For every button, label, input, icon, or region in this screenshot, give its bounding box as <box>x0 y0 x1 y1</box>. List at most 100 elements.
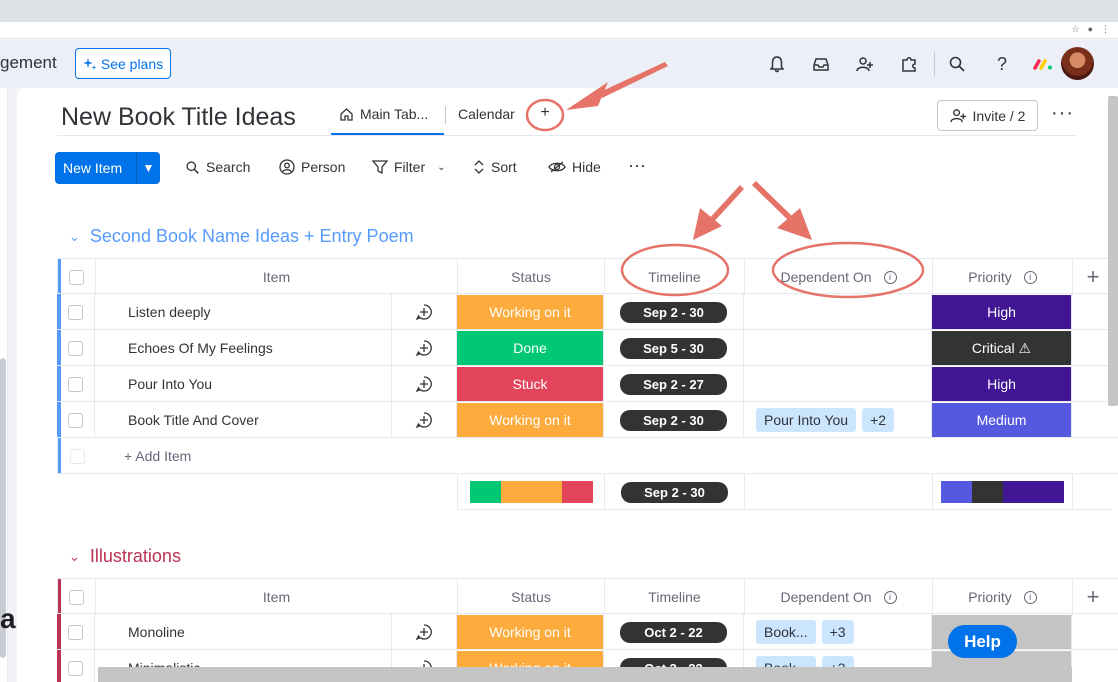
help-icon[interactable]: ? <box>991 53 1013 75</box>
column-header-status[interactable]: Status <box>458 259 605 295</box>
timeline-pill[interactable]: Sep 2 - 30 <box>620 409 727 431</box>
help-button[interactable]: Help <box>948 625 1017 658</box>
group-header[interactable]: ⌄ Illustrations <box>69 546 181 567</box>
bell-icon[interactable] <box>766 53 788 75</box>
add-update-icon[interactable] <box>414 410 434 430</box>
table-row[interactable]: Listen deeply Working on it Sep 2 - 30 H… <box>57 294 1118 330</box>
group-title[interactable]: Second Book Name Ideas + Entry Poem <box>90 226 414 247</box>
dependent-cell[interactable] <box>744 366 932 402</box>
board-title[interactable]: New Book Title Ideas <box>61 103 296 132</box>
dependency-more-chip[interactable]: +2 <box>862 408 895 432</box>
bookmark-star-icon[interactable]: ☆ <box>1071 24 1079 35</box>
status-cell[interactable]: Working on it <box>457 403 603 437</box>
dependency-more-chip[interactable]: +3 <box>821 620 854 644</box>
monday-logo-icon[interactable] <box>1032 53 1054 75</box>
status-cell[interactable]: Working on it <box>457 295 603 329</box>
info-icon[interactable]: i <box>883 270 897 284</box>
priority-cell[interactable]: Critical ⚠ <box>932 331 1071 365</box>
toolbar-more-menu[interactable]: ··· <box>628 155 646 176</box>
add-update-icon[interactable] <box>414 338 434 358</box>
dependency-chip[interactable]: Pour Into You <box>756 408 857 432</box>
column-header-timeline[interactable]: Timeline <box>605 579 745 615</box>
status-cell[interactable]: Stuck <box>457 367 603 401</box>
table-row[interactable]: Echoes Of My Feelings Done Sep 5 - 30 Cr… <box>57 330 1118 366</box>
row-checkbox[interactable] <box>68 412 83 428</box>
invite-button[interactable]: Invite / 2 <box>937 100 1038 131</box>
column-header-timeline[interactable]: Timeline <box>605 259 745 295</box>
timeline-pill[interactable]: Sep 2 - 30 <box>620 301 727 323</box>
sort-tool[interactable]: Sort <box>473 159 517 175</box>
row-checkbox[interactable] <box>68 376 83 392</box>
priority-cell[interactable]: Medium <box>932 403 1071 437</box>
vertical-scrollbar[interactable] <box>1108 96 1118 406</box>
add-column-button[interactable]: + <box>1073 259 1113 295</box>
chevron-down-icon[interactable]: ▼ <box>137 161 160 175</box>
horizontal-scrollbar[interactable] <box>98 667 1072 682</box>
profile-icon[interactable]: ● <box>1088 24 1093 35</box>
row-checkbox[interactable] <box>68 660 83 676</box>
see-plans-button[interactable]: See plans <box>75 48 171 79</box>
add-update-icon[interactable] <box>414 622 434 642</box>
info-icon[interactable]: i <box>1023 590 1037 604</box>
new-item-button[interactable]: New Item ▼ <box>55 152 160 184</box>
item-name[interactable]: Echoes Of My Feelings <box>95 330 392 366</box>
item-name[interactable]: Monoline <box>95 614 392 650</box>
tab-main-table[interactable]: Main Tab... <box>339 106 428 122</box>
info-icon[interactable]: i <box>1023 270 1037 284</box>
item-name[interactable]: Listen deeply <box>95 294 392 330</box>
add-item-row[interactable]: + Add Item <box>57 438 1118 474</box>
add-item-input[interactable]: + Add Item <box>88 438 488 474</box>
timeline-summary[interactable]: Sep 2 - 30 <box>621 481 728 503</box>
group-title[interactable]: Illustrations <box>90 546 181 567</box>
status-cell[interactable]: Working on it <box>457 615 603 649</box>
person-filter-tool[interactable]: Person <box>279 159 345 175</box>
info-icon[interactable]: i <box>883 590 897 604</box>
table-row[interactable]: Pour Into You Stuck Sep 2 - 27 High <box>57 366 1118 402</box>
chevron-down-icon[interactable]: ⌄ <box>437 162 445 173</box>
group-header[interactable]: ⌄ Second Book Name Ideas + Entry Poem <box>69 226 414 247</box>
apps-icon[interactable] <box>898 53 920 75</box>
column-header-dependent-on[interactable]: Dependent On i <box>745 579 933 615</box>
column-header-priority[interactable]: Priority i <box>933 579 1073 615</box>
row-checkbox[interactable] <box>68 340 83 356</box>
add-update-icon[interactable] <box>414 302 434 322</box>
dependent-cell[interactable]: Pour Into You +2 <box>744 402 932 438</box>
browser-menu-icon[interactable]: ⋮ <box>1101 24 1110 35</box>
chevron-down-icon[interactable]: ⌄ <box>69 229 80 245</box>
add-update-icon[interactable] <box>414 374 434 394</box>
board-more-menu[interactable]: ··· <box>1051 102 1074 125</box>
item-name[interactable]: Book Title And Cover <box>95 402 392 438</box>
dependency-chip[interactable]: Book... <box>756 620 816 644</box>
timeline-pill[interactable]: Oct 2 - 22 <box>620 621 727 643</box>
add-column-button[interactable]: + <box>1073 579 1113 615</box>
dependent-cell[interactable]: Book... +3 <box>744 614 932 650</box>
column-header-dependent-on[interactable]: Dependent On i <box>745 259 933 295</box>
column-header-priority[interactable]: Priority i <box>933 259 1073 295</box>
chevron-down-icon[interactable]: ⌄ <box>69 549 80 565</box>
timeline-pill[interactable]: Sep 2 - 27 <box>620 373 727 395</box>
timeline-pill[interactable]: Sep 5 - 30 <box>620 337 727 359</box>
select-all-checkbox[interactable] <box>69 589 84 605</box>
tab-calendar[interactable]: Calendar <box>458 106 515 122</box>
filter-tool[interactable]: Filter ⌄ <box>372 159 446 175</box>
select-all-checkbox[interactable] <box>69 269 84 285</box>
priority-cell[interactable]: High <box>932 367 1071 401</box>
row-checkbox[interactable] <box>68 304 83 320</box>
dependent-cell[interactable] <box>744 294 932 330</box>
search-tool[interactable]: Search <box>185 159 250 175</box>
inbox-icon[interactable] <box>810 53 832 75</box>
hide-tool[interactable]: Hide <box>548 159 601 175</box>
table-row[interactable]: Book Title And Cover Working on it Sep 2… <box>57 402 1118 438</box>
priority-cell[interactable]: High <box>932 295 1071 329</box>
item-name[interactable]: Pour Into You <box>95 366 392 402</box>
search-icon[interactable] <box>946 53 968 75</box>
column-header-item[interactable]: Item <box>96 579 458 615</box>
invite-members-icon[interactable] <box>854 53 876 75</box>
column-header-item[interactable]: Item <box>96 259 458 295</box>
priority-summary[interactable] <box>933 474 1073 510</box>
avatar[interactable] <box>1061 47 1094 80</box>
status-cell[interactable]: Done <box>457 331 603 365</box>
add-view-button[interactable]: + <box>534 102 556 124</box>
row-checkbox[interactable] <box>68 624 83 640</box>
dependent-cell[interactable] <box>744 330 932 366</box>
